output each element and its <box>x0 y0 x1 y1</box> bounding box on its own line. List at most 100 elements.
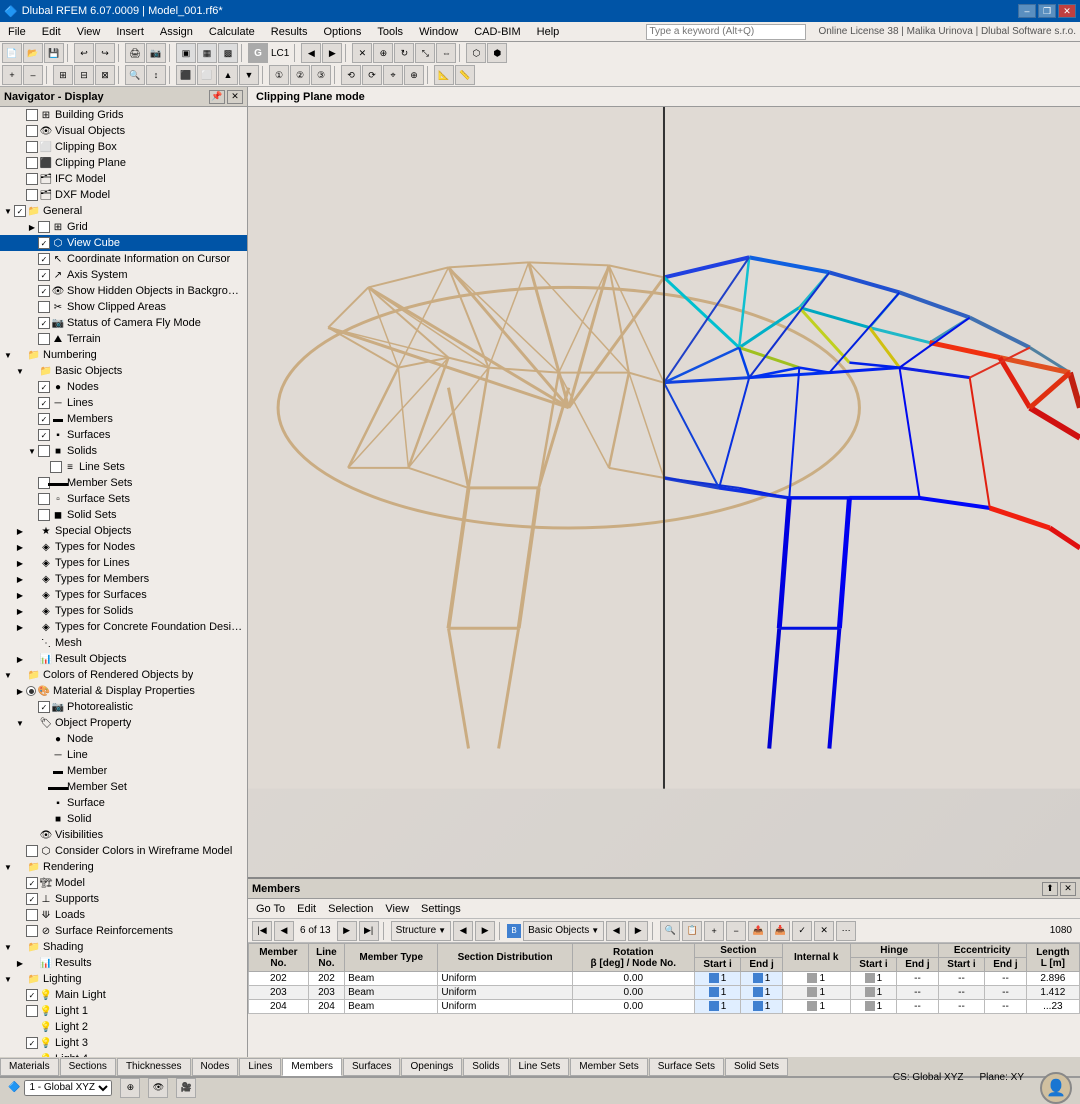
tab-nodes[interactable]: Nodes <box>192 1058 239 1076</box>
tree-checkbox-grid[interactable] <box>38 221 50 233</box>
tree-item-special-objects[interactable]: ▶★Special Objects <box>0 523 247 539</box>
tree-checkbox-surfaces-cb[interactable] <box>38 429 50 441</box>
tb-render2[interactable]: ▦ <box>197 43 217 63</box>
tree-expander-types-solids[interactable]: ▶ <box>14 603 26 619</box>
tree-expander-grid[interactable]: ▶ <box>26 219 38 235</box>
status-btn1[interactable]: ⊕ <box>120 1078 140 1098</box>
tree-checkbox-coord-info[interactable] <box>38 253 50 265</box>
tree-item-line-sets[interactable]: ≡Line Sets <box>0 459 247 475</box>
tree-item-types-nodes[interactable]: ▶◈Types for Nodes <box>0 539 247 555</box>
menu-help[interactable]: Help <box>529 24 568 40</box>
tb-open[interactable]: 📂 <box>23 43 43 63</box>
bt-more[interactable]: ⋯ <box>836 921 856 941</box>
close-button[interactable]: ✕ <box>1058 4 1076 18</box>
tab-solid-sets[interactable]: Solid Sets <box>725 1058 788 1076</box>
tree-item-colors-rendered[interactable]: ▼📁Colors of Rendered Objects by <box>0 667 247 683</box>
tree-checkbox-main-light[interactable] <box>26 989 38 1001</box>
basic-objects-dropdown[interactable]: Basic Objects ▼ <box>523 921 604 941</box>
bt-copy[interactable]: 📋 <box>682 921 702 941</box>
status-btn3[interactable]: 🎥 <box>176 1078 196 1098</box>
tree-item-results-shading[interactable]: ▶📊Results <box>0 955 247 971</box>
menu-file[interactable]: File <box>0 24 34 40</box>
tab-member-sets[interactable]: Member Sets <box>570 1058 647 1076</box>
bt-add[interactable]: + <box>704 921 724 941</box>
tb2-5[interactable]: ⊠ <box>95 65 115 85</box>
tree-item-types-concrete[interactable]: ▶◈Types for Concrete Foundation Design <box>0 619 247 635</box>
tab-materials[interactable]: Materials <box>0 1058 59 1076</box>
tree-checkbox-show-hidden[interactable] <box>38 285 50 297</box>
tb-redo[interactable]: ↪ <box>95 43 115 63</box>
tree-item-general[interactable]: ▼📁General <box>0 203 247 219</box>
tab-solids[interactable]: Solids <box>463 1058 508 1076</box>
menu-goto[interactable]: Go To <box>252 903 289 915</box>
tree-item-light4[interactable]: 💡Light 4 <box>0 1051 247 1057</box>
tree-item-rendering[interactable]: ▼📁Rendering <box>0 859 247 875</box>
tb2-10[interactable]: ▲ <box>218 65 238 85</box>
tree-item-main-light[interactable]: 💡Main Light <box>0 987 247 1003</box>
tree-item-surface-sets[interactable]: ▫Surface Sets <box>0 491 247 507</box>
tree-checkbox-dxf-model[interactable] <box>26 189 38 201</box>
tree-item-surface-reinf[interactable]: ⊘Surface Reinforcements <box>0 923 247 939</box>
bt-del[interactable]: − <box>726 921 746 941</box>
tb2-2[interactable]: – <box>23 65 43 85</box>
tree-item-visibilities[interactable]: 👁Visibilities <box>0 827 247 843</box>
tree-item-consider-colors[interactable]: ⬡Consider Colors in Wireframe Model <box>0 843 247 859</box>
tree-item-ifc-model[interactable]: 🗂IFC Model <box>0 171 247 187</box>
tb-g[interactable]: G <box>248 43 268 63</box>
tree-checkbox-clipping-box[interactable] <box>26 141 38 153</box>
menu-edit[interactable]: Edit <box>34 24 69 40</box>
tree-checkbox-ifc-model[interactable] <box>26 173 38 185</box>
tree-item-result-objects[interactable]: ▶📊Result Objects <box>0 651 247 667</box>
tree-checkbox-solids-cb[interactable] <box>38 445 50 457</box>
tree-item-member-prop[interactable]: ▬Member <box>0 763 247 779</box>
view-dropdown[interactable]: 1 - Global XYZ <box>24 1080 112 1096</box>
tree-item-types-surfaces[interactable]: ▶◈Types for Surfaces <box>0 587 247 603</box>
tree-checkbox-supports[interactable] <box>26 893 38 905</box>
tree-expander-solids-cb[interactable]: ▼ <box>26 443 38 459</box>
pagination-prev[interactable]: ◀ <box>274 921 294 941</box>
tree-radio-material-display[interactable] <box>26 686 36 696</box>
menu-view-bottom[interactable]: View <box>381 903 413 915</box>
nav-close-btn[interactable]: ✕ <box>227 90 243 104</box>
tb2-12[interactable]: ① <box>269 65 289 85</box>
tree-item-member-set-prop[interactable]: ▬▬Member Set <box>0 779 247 795</box>
tree-item-members[interactable]: ▬Members <box>0 411 247 427</box>
tb-scale[interactable]: ⤡ <box>415 43 435 63</box>
tree-checkbox-light3[interactable] <box>26 1037 38 1049</box>
pagination-next[interactable]: ▶ <box>337 921 357 941</box>
tree-item-terrain[interactable]: ⛰Terrain <box>0 331 247 347</box>
tree-item-mesh[interactable]: ⋱Mesh <box>0 635 247 651</box>
bt-next[interactable]: ▶ <box>475 921 495 941</box>
tb2-13[interactable]: ② <box>290 65 310 85</box>
menu-assign[interactable]: Assign <box>152 24 201 40</box>
tree-checkbox-light1[interactable] <box>26 1005 38 1017</box>
tb2-18[interactable]: ⊕ <box>404 65 424 85</box>
tb-print[interactable]: 🖨 <box>125 43 145 63</box>
tree-item-dxf-model[interactable]: 🗂DXF Model <box>0 187 247 203</box>
tree-expander-colors-rendered[interactable]: ▼ <box>2 667 14 683</box>
bt-next2[interactable]: ▶ <box>628 921 648 941</box>
tree-checkbox-consider-colors[interactable] <box>26 845 38 857</box>
tb2-7[interactable]: ↕ <box>146 65 166 85</box>
tb-view-right[interactable]: ▶ <box>322 43 342 63</box>
tree-item-line-prop[interactable]: ─Line <box>0 747 247 763</box>
tree-item-numbering[interactable]: ▼📁Numbering <box>0 347 247 363</box>
tree-item-object-property[interactable]: ▼🏷Object Property <box>0 715 247 731</box>
panel-close-btn[interactable]: ✕ <box>1060 882 1076 896</box>
tree-item-lighting[interactable]: ▼📁Lighting <box>0 971 247 987</box>
tab-lines[interactable]: Lines <box>239 1058 281 1076</box>
tree-item-types-solids[interactable]: ▶◈Types for Solids <box>0 603 247 619</box>
menu-settings[interactable]: Settings <box>417 903 465 915</box>
tb-select[interactable]: ⬡ <box>466 43 486 63</box>
bt-x2[interactable]: ✕ <box>814 921 834 941</box>
tree-item-solids-cb[interactable]: ▼■Solids <box>0 443 247 459</box>
tree-item-surface-prop[interactable]: ▪Surface <box>0 795 247 811</box>
tb-render3[interactable]: ▩ <box>218 43 238 63</box>
tb2-4[interactable]: ⊟ <box>74 65 94 85</box>
tree-item-loads[interactable]: ⟱Loads <box>0 907 247 923</box>
bt-export[interactable]: 📤 <box>748 921 768 941</box>
tab-openings[interactable]: Openings <box>401 1058 462 1076</box>
tree-item-lines[interactable]: ─Lines <box>0 395 247 411</box>
tree-expander-general[interactable]: ▼ <box>2 203 14 219</box>
pagination-first[interactable]: |◀ <box>252 921 272 941</box>
